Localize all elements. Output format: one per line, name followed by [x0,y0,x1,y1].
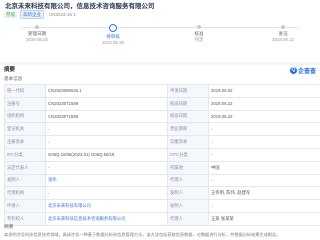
field-link[interactable]: 北京未来科技信息技术咨询服务有限公司 [45,211,168,226]
card-title: 摘要 [4,67,16,73]
table-row: 发明人 张伟 代理人 - [4,173,320,188]
field-label: 申请人 [4,199,46,213]
field-label: 发明人 [167,199,209,213]
field-link[interactable]: 张伟 [45,173,168,188]
field-value: CN2023071590 [45,109,168,124]
field-value: CN2023071589 [45,96,168,111]
abstract-text: 本发明涉及科技信息技术领域，具体涉及一种基于数据分析的信息管理方法，该方法包括获… [4,232,281,237]
field-value: - [45,122,168,137]
field-label: 发明人 [167,186,209,201]
table-row: IPC分类 G06Q 10/06(2023.01) G06Q 50/18 CPC… [4,147,320,162]
field-value: - [45,186,168,201]
table-row: 组织机构 CN2023071590 核准日期 2019.06.22 [4,109,320,124]
field-value: - [208,135,320,149]
company-header: 北京未来科技有限公司，信息技术咨询服务有限公司 存续 高新企业 CN2023-1… [0,0,320,62]
field-link[interactable]: 北京未来科技有限公司 [45,199,168,213]
qcc-logo[interactable]: Q 企查查 [289,65,316,75]
timeline-date: 待定 [194,37,204,42]
field-value: 王某 张某某 [208,211,320,226]
field-value: 2019.05.02 [208,84,320,98]
qcc-logo-text: 企查查 [297,68,316,75]
code-label: CN2023-15 1 [49,11,76,17]
card-header: 摘要 Q 企查查 [4,65,316,75]
table-row: 注册资本 - 实缴资本 - [4,135,320,149]
field-label: 注册资本 [4,135,46,149]
field-value: - [45,160,168,175]
field-value: - [208,199,320,213]
field-label: 核准日期 [167,96,209,111]
field-label: 核准日期 [167,109,209,124]
table-row: 登记机关 - 营业期限 - [4,122,320,137]
field-label: 法定代表人 [4,160,46,175]
details-card: 摘要 Q 企查查 基本信息 统一代码 CN2023096025.1 申请日期 2… [0,65,320,240]
field-value: - [208,173,320,188]
timeline-date: 2019.08.12 [272,37,294,42]
field-label: 所属地 [167,160,209,175]
field-value: - [45,135,168,149]
field-label: 统一代码 [4,84,46,98]
field-label: CPC分类 [167,147,209,162]
tag-row: 存续 高新企业 CN2023-15 1 [4,9,78,19]
field-label: 实缴资本 [167,135,209,149]
page-title: 北京未来科技有限公司，信息技术咨询服务有限公司 [5,3,155,9]
field-label: 组织机构 [4,109,46,124]
abstract-title: 摘要 [4,225,14,230]
timeline-step-3: 核准 待定 [164,18,234,43]
timeline-date: 2019.06.26 [102,40,124,45]
field-label: 代理人 [167,211,209,226]
timeline-dot-active [109,24,117,32]
details-table: 统一代码 CN2023096025.1 申请日期 2019.05.02 注册号 … [4,84,320,226]
table-row: 代理机构 - 发明人 王伟明, 陈伟, 赵建军 [4,186,320,201]
field-value: - [208,122,320,137]
status-badge: 存续 [4,10,17,18]
field-label: IPC分类 [4,147,46,162]
timeline-dot [281,25,285,29]
timeline-dot [197,25,201,29]
timeline-date: 2019.05.02 [26,37,48,42]
table-row: 法定代表人 - 所属地 中国 [4,160,320,175]
table-row: 统一代码 CN2023096025.1 申请日期 2019.05.02 [4,84,320,98]
timeline-step-1: 受理日期 2019.05.02 [2,18,72,43]
timeline-step-4: 发证 2019.08.12 [248,18,318,43]
table-row: 注册号 CN2023071589 核准日期 2019.06.22 [4,96,320,111]
field-value: 王伟明, 陈伟, 赵建军 [208,186,320,201]
field-value: G06Q 10/06(2023.01) G06Q 50/18 [45,147,168,162]
field-value: 中国 [208,160,320,175]
timeline-dot [35,25,39,29]
field-label: 营业期限 [167,122,209,137]
qcc-logo-icon: Q [289,66,297,74]
table-row: 专利权人 北京未来科技信息技术咨询服务有限公司 代理人 王某 张某某 [4,211,320,226]
table-row: 申请人 北京未来科技有限公司 发明人 - [4,199,320,213]
field-label: 申请日期 [167,84,209,98]
field-label: 发明人 [4,173,46,188]
section-label: 基本信息 [4,76,23,81]
field-value: - [208,147,320,162]
field-label: 代理机构 [4,186,46,201]
field-label: 注册号 [4,96,46,111]
progress-timeline: 受理日期 2019.05.02 待审核 2019.06.26 核准 待定 发证 … [0,18,320,58]
field-label: 代理人 [167,173,209,188]
app-page: 北京未来科技有限公司，信息技术咨询服务有限公司 存续 高新企业 CN2023-1… [0,0,320,240]
timeline-step-2: 待审核 2019.06.26 [78,18,148,46]
field-value: 2019.06.22 [208,109,320,124]
field-value: CN2023096025.1 [45,84,168,98]
field-value: 2019.06.22 [208,96,320,111]
field-label: 登记机关 [4,122,46,137]
